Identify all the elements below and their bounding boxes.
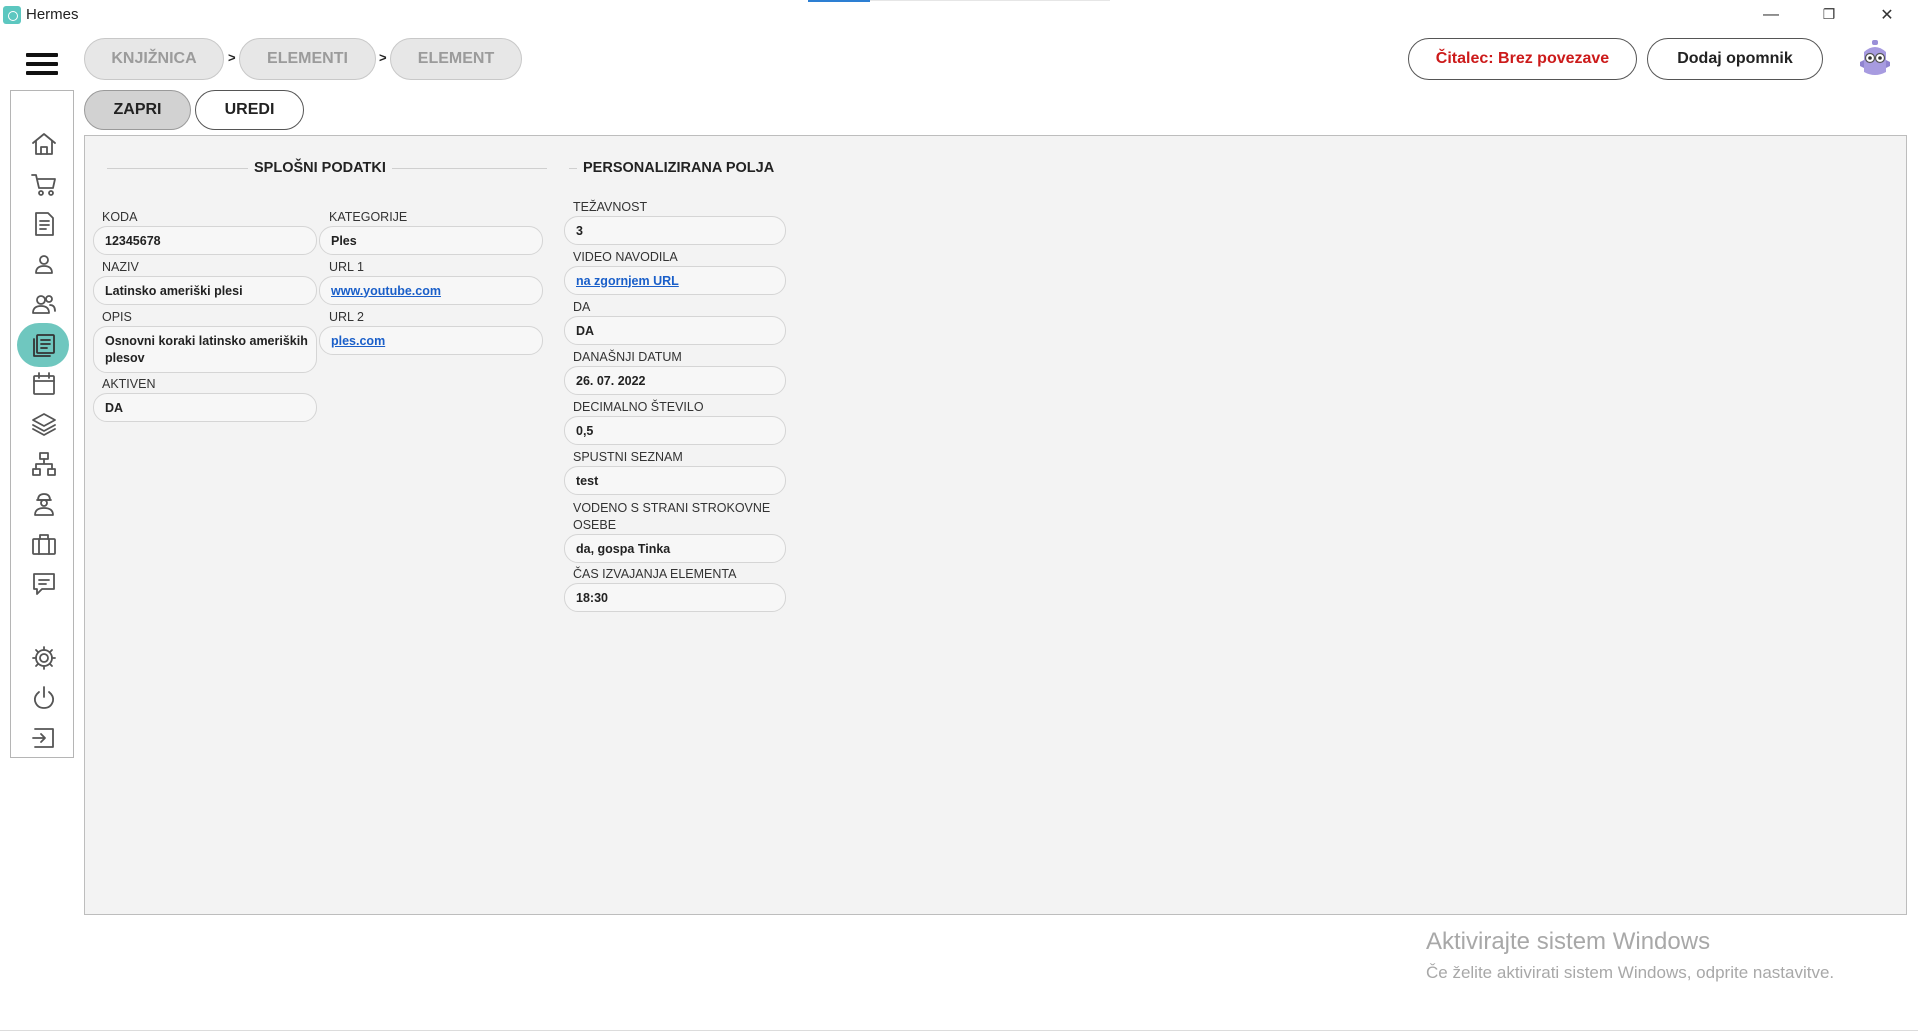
custom-field-value: 3	[564, 216, 786, 245]
library-icon	[33, 334, 55, 357]
add-reminder-button[interactable]: Dodaj opomnik	[1647, 38, 1823, 80]
sidebar-item-calendar[interactable]	[29, 369, 59, 399]
layers-icon	[32, 413, 56, 436]
custom-field-value: da, gospa Tinka	[564, 534, 786, 563]
sidebar-item-home[interactable]	[29, 129, 59, 159]
close-window-button[interactable]: ✕	[1864, 0, 1910, 29]
message-icon	[33, 573, 55, 595]
users-icon	[32, 295, 56, 314]
name-label: NAZIV	[102, 260, 139, 274]
breadcrumb-elements[interactable]: ELEMENTI	[239, 38, 376, 80]
edit-button[interactable]: UREDI	[195, 90, 304, 130]
document-icon	[35, 212, 54, 236]
breadcrumb-separator: >	[379, 50, 387, 65]
sidebar-item-settings[interactable]	[29, 643, 59, 673]
robot-avatar-icon	[1860, 40, 1890, 75]
custom-section-title: PERSONALIZIRANA POLJA	[577, 160, 781, 176]
active-label: AKTIVEN	[102, 377, 156, 391]
sidebar-item-work[interactable]	[29, 529, 59, 559]
custom-field-value: 18:30	[564, 583, 786, 612]
avatar[interactable]	[1858, 40, 1892, 78]
custom-field-label: SPUSTNI SEZNAM	[573, 450, 683, 464]
sidebar-item-documents[interactable]	[29, 209, 59, 239]
category-label: KATEGORIJE	[329, 210, 408, 224]
power-icon	[33, 686, 55, 709]
custom-field-label: DECIMALNO ŠTEVILO	[573, 400, 704, 414]
url1-link[interactable]: www.youtube.com	[331, 284, 441, 298]
cart-icon	[31, 174, 56, 196]
sidebar-item-user[interactable]	[29, 249, 59, 279]
sidebar-item-logout[interactable]	[29, 723, 59, 753]
activation-watermark-text: Če želite aktivirati sistem Windows, odp…	[1426, 963, 1835, 982]
menu-toggle-button[interactable]	[26, 53, 58, 75]
video-instructions-link[interactable]: na zgornjem URL	[576, 274, 679, 288]
url1-label: URL 1	[329, 260, 364, 274]
custom-field-label: VODENO S STRANI STROKOVNE OSEBE	[573, 501, 771, 532]
sidebar-item-power[interactable]	[29, 683, 59, 713]
url1-field: www.youtube.com	[319, 276, 543, 305]
user-icon	[35, 255, 53, 274]
sidebar-item-staff[interactable]	[29, 489, 59, 519]
custom-field-value: DA	[564, 316, 786, 345]
name-field: Latinsko ameriški plesi	[93, 276, 317, 305]
element-detail-panel: SPLOŠNI PODATKI PERSONALIZIRANA POLJA KO…	[84, 135, 1907, 915]
custom-field-value: 0,5	[564, 416, 786, 445]
close-button[interactable]: ZAPRI	[84, 90, 191, 130]
app-title: Hermes	[26, 6, 79, 23]
custom-field-value: na zgornjem URL	[564, 266, 786, 295]
home-icon	[32, 133, 56, 155]
custom-field-label: TEŽAVNOST	[573, 200, 648, 214]
calendar-icon	[33, 372, 55, 395]
url2-field: ples.com	[319, 326, 543, 355]
logout-icon	[32, 728, 54, 748]
sidebar-item-structure[interactable]	[29, 449, 59, 479]
custom-field-value: 26. 07. 2022	[564, 366, 786, 395]
custom-field-label: DANAŠNJI DATUM	[573, 350, 682, 364]
breadcrumb-separator: >	[228, 50, 236, 65]
custom-field-label: VIDEO NAVODILA	[573, 250, 678, 264]
category-field: Ples	[319, 226, 543, 255]
hamburger-bar	[26, 62, 58, 66]
title-divider	[870, 0, 1110, 1]
minimize-button[interactable]: —	[1748, 0, 1794, 29]
gear-icon	[32, 646, 56, 670]
url2-label: URL 2	[329, 310, 364, 324]
url2-link[interactable]: ples.com	[331, 334, 385, 348]
briefcase-icon	[32, 534, 56, 555]
code-label: KODA	[102, 210, 138, 224]
hamburger-bar	[26, 53, 58, 57]
app-logo-icon	[3, 6, 21, 24]
sidebar	[10, 90, 74, 758]
description-field: Osnovni koraki latinsko ameriških plesov	[93, 326, 317, 373]
worker-icon	[34, 493, 54, 516]
description-label: OPIS	[102, 310, 132, 324]
breadcrumb-element[interactable]: ELEMENT	[390, 38, 522, 80]
sidebar-item-messages[interactable]	[29, 569, 59, 599]
title-bar: Hermes — ❐ ✕	[0, 0, 1918, 29]
sidebar-item-library[interactable]	[29, 330, 59, 360]
hamburger-bar	[26, 71, 58, 75]
title-accent-line	[808, 0, 870, 2]
custom-field-value: test	[564, 466, 786, 495]
code-field: 12345678	[93, 226, 317, 255]
breadcrumb-library[interactable]: KNJIŽNICA	[84, 38, 224, 80]
general-section-title: SPLOŠNI PODATKI	[248, 160, 392, 176]
activation-watermark-title: Aktivirajte sistem Windows	[1426, 928, 1711, 955]
custom-field-label: ČAS IZVAJANJA ELEMENTA	[573, 567, 737, 581]
sitemap-icon	[32, 452, 56, 476]
custom-field-label: DA	[573, 300, 591, 314]
active-field: DA	[93, 393, 317, 422]
restore-button[interactable]: ❐	[1806, 0, 1852, 29]
sidebar-item-cart[interactable]	[29, 169, 59, 199]
sidebar-item-layers[interactable]	[29, 409, 59, 439]
reader-status-button[interactable]: Čitalec: Brez povezave	[1408, 38, 1637, 80]
sidebar-item-users[interactable]	[29, 289, 59, 319]
